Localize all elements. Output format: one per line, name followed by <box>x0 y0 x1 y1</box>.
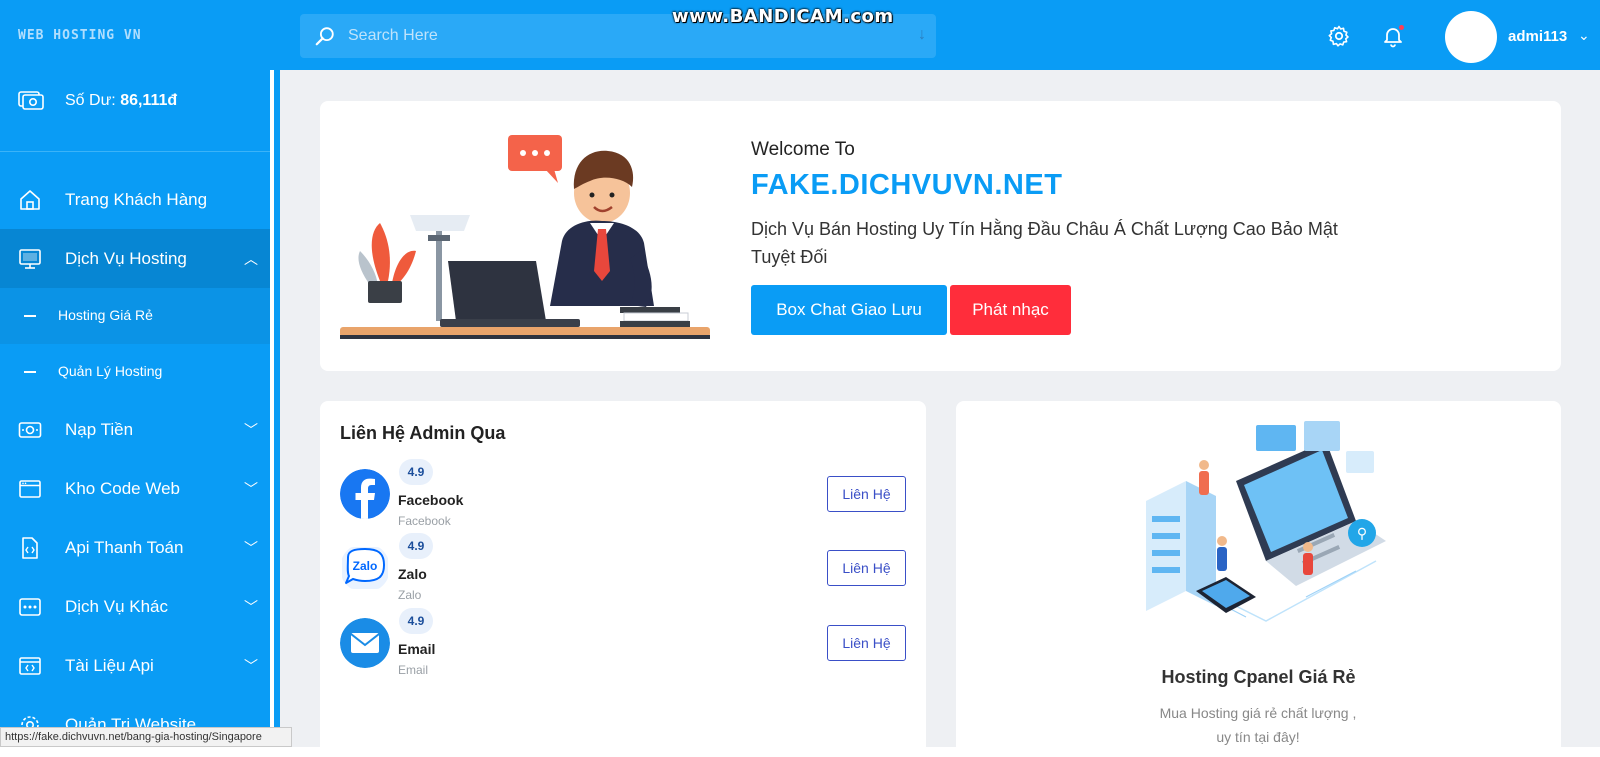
sidebar-item-code-store[interactable]: Kho Code Web ﹀ <box>0 459 270 518</box>
contact-email-button[interactable]: Liên Hệ <box>827 625 906 661</box>
welcome-description: Dịch Vụ Bán Hosting Uy Tín Hằng Đầu Châu… <box>751 219 1338 267</box>
balance-panel: Số Dư: 86,111đ <box>0 70 270 152</box>
sidebar: Số Dư: 86,111đ Trang Khách Hàng Dịch Vụ … <box>0 70 270 757</box>
chevron-down-icon: ﹀ <box>244 599 258 615</box>
sidebar-item-label: Tài Liệu Api <box>65 656 154 675</box>
sidebar-subitem-manage-hosting[interactable]: Quản Lý Hosting <box>0 344 270 400</box>
chevron-down-icon: ﹀ <box>244 481 258 497</box>
browser-icon <box>19 480 41 498</box>
cash-icon <box>18 91 44 110</box>
chevron-down-icon[interactable]: ⌄ <box>1578 27 1590 44</box>
browser-status-url: https://fake.dichvuvn.net/bang-gia-hosti… <box>0 727 292 747</box>
sidebar-item-label: Api Thanh Toán <box>65 538 184 557</box>
welcome-card: Welcome To FAKE.DICHVUVN.NET Dịch Vụ Bán… <box>320 101 1561 371</box>
sidebar-item-label: Nạp Tiền <box>65 420 134 439</box>
sidebar-item-other-services[interactable]: Dịch Vụ Khác ﹀ <box>0 577 270 636</box>
monitor-icon <box>19 249 41 269</box>
sidebar-item-hosting-service[interactable]: Dịch Vụ Hosting ︿ <box>0 229 270 288</box>
contact-subtext: Zalo <box>398 588 422 602</box>
zalo-icon: Zalo <box>342 547 388 589</box>
top-bar: WEB HOSTING VN ↓ www.BANDICAM.com admi11… <box>0 0 1600 70</box>
welcome-site-name: FAKE.DICHVUVN.NET <box>751 169 1063 201</box>
money-icon <box>18 422 42 438</box>
contact-zalo-button[interactable]: Liên Hệ <box>827 550 906 586</box>
contact-admin-card: Liên Hệ Admin Qua 4.9 Facebook Facebook … <box>320 401 926 757</box>
sidebar-scroll-track <box>274 70 280 757</box>
sidebar-item-label: Kho Code Web <box>65 479 180 498</box>
user-avatar[interactable] <box>1445 11 1497 63</box>
svg-text:⚲: ⚲ <box>1357 526 1367 542</box>
site-logo-text: WEB HOSTING VN <box>18 28 142 43</box>
email-icon <box>340 618 390 668</box>
sidebar-item-api-docs[interactable]: Tài Liệu Api ﹀ <box>0 636 270 695</box>
rating-badge: 4.9 <box>399 608 433 634</box>
search-icon <box>315 27 334 46</box>
chevron-down-icon: ﹀ <box>244 658 258 674</box>
contact-subtext: Email <box>398 663 429 677</box>
contact-facebook-button[interactable]: Liên Hệ <box>827 476 906 512</box>
sidebar-item-payment-api[interactable]: Api Thanh Toán ﹀ <box>0 518 270 577</box>
file-code-icon <box>22 537 38 559</box>
balance-value: 86,111đ <box>120 92 178 109</box>
rating-badge: 4.9 <box>399 459 433 485</box>
contact-name: Facebook <box>398 492 464 508</box>
home-icon <box>20 190 40 210</box>
sidebar-item-label: Trang Khách Hàng <box>65 190 208 209</box>
dash-icon <box>24 315 36 317</box>
contact-row-zalo: Zalo 4.9 Zalo Zalo Liên Hệ <box>340 533 906 603</box>
notification-dot <box>1399 25 1404 30</box>
sidebar-item-label: Dịch Vụ Hosting <box>65 249 187 268</box>
zalo-logo-text: Zalo <box>353 559 378 573</box>
recorder-watermark: www.BANDICAM.com <box>672 6 894 27</box>
hosting-illustration: ⚲ <box>1146 421 1386 622</box>
download-arrow-icon: ↓ <box>918 26 926 43</box>
balance-text: Số Dư: 86,111đ <box>65 92 177 110</box>
chevron-up-icon: ︿ <box>244 251 258 267</box>
contact-name: Zalo <box>398 566 427 582</box>
code-window-icon <box>19 657 41 675</box>
contact-row-facebook: 4.9 Facebook Facebook Liên Hệ <box>340 459 906 529</box>
hosting-promo-card[interactable]: ⚲ Hosting Cpanel Giá Rẻ Mua Hosting giá … <box>956 401 1561 757</box>
chat-box-button[interactable]: Box Chat Giao Lưu <box>751 285 947 335</box>
sidebar-item-deposit[interactable]: Nạp Tiền ﹀ <box>0 400 270 459</box>
notification-bell-icon[interactable] <box>1381 24 1405 48</box>
site-logo[interactable]: WEB HOSTING VN <box>18 26 198 43</box>
rating-badge: 4.9 <box>399 533 433 559</box>
balance-label: Số Dư: <box>65 92 116 109</box>
contact-subtext: Facebook <box>398 514 451 528</box>
sidebar-subitem-label: Quản Lý Hosting <box>58 363 163 379</box>
chevron-down-icon: ﹀ <box>244 540 258 556</box>
sidebar-subitem-label: Hosting Giá Rẻ <box>58 307 153 323</box>
sidebar-item-customer-home[interactable]: Trang Khách Hàng <box>0 170 270 229</box>
businessman-illustration <box>340 135 710 339</box>
play-music-button[interactable]: Phát nhạc <box>950 285 1071 335</box>
sidebar-scrollbar[interactable] <box>270 70 274 730</box>
chevron-down-icon: ﹀ <box>244 422 258 438</box>
dots-box-icon <box>19 598 41 616</box>
window-bottom-edge <box>0 747 1600 757</box>
facebook-icon <box>340 469 390 519</box>
welcome-greeting: Welcome To <box>751 139 855 160</box>
contact-row-email: 4.9 Email Email Liên Hệ <box>340 608 906 678</box>
gear-icon[interactable] <box>1327 24 1351 48</box>
contact-name: Email <box>398 641 436 657</box>
hosting-title: Hosting Cpanel Giá Rẻ <box>1161 667 1356 687</box>
dash-icon <box>24 371 36 373</box>
sidebar-item-label: Dịch Vụ Khác <box>65 597 168 616</box>
username[interactable]: admi113 <box>1508 28 1567 45</box>
hosting-description: Mua Hosting giá rẻ chất lượng , uy tín t… <box>1159 705 1357 745</box>
contact-title: Liên Hệ Admin Qua <box>340 423 506 443</box>
sidebar-subitem-cheap-hosting[interactable]: Hosting Giá Rẻ <box>0 288 270 344</box>
